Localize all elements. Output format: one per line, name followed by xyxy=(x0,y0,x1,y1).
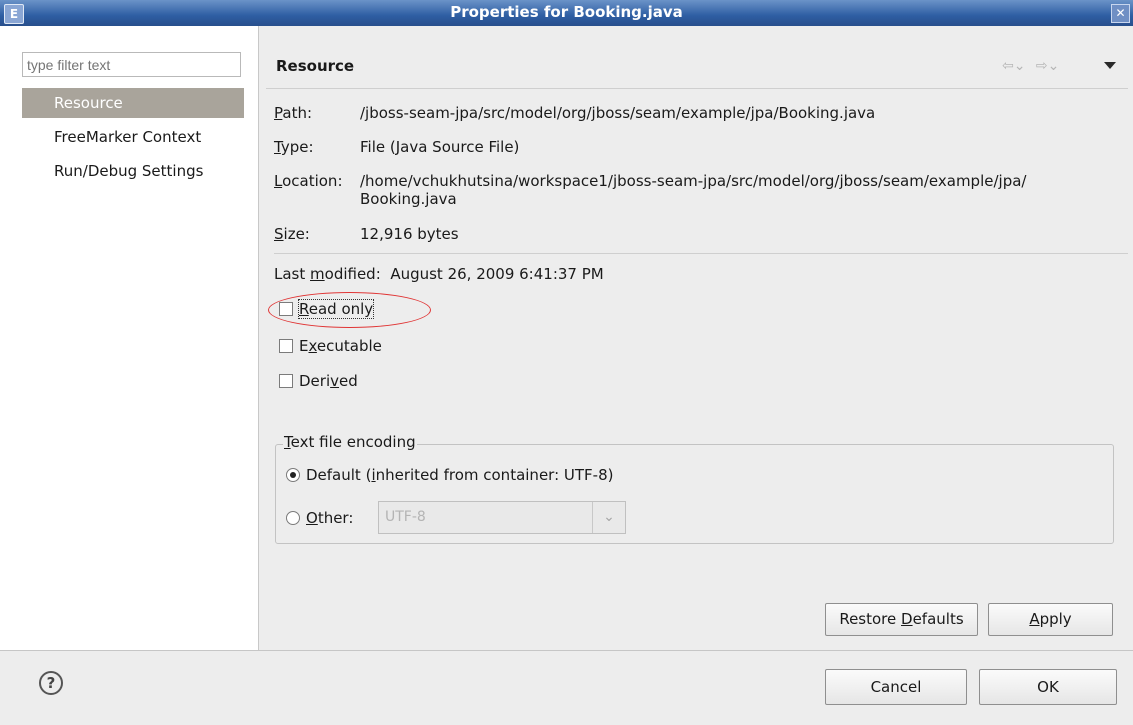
help-icon[interactable]: ? xyxy=(39,671,63,695)
other-encoding-value: UTF-8 xyxy=(385,509,426,525)
other-encoding-radio[interactable]: Other: xyxy=(286,509,353,527)
properties-divider xyxy=(274,253,1128,254)
type-value: File (Java Source File) xyxy=(360,138,520,156)
derived-label: Derived xyxy=(299,372,358,390)
back-arrow-icon[interactable]: ⇦⌄ xyxy=(1002,58,1025,74)
read-only-label: Read only xyxy=(297,299,375,319)
header-divider xyxy=(266,88,1128,89)
derived-checkbox[interactable]: Derived xyxy=(279,372,358,390)
location-label: Location: xyxy=(274,172,343,190)
default-encoding-radio-dot[interactable] xyxy=(286,468,300,482)
ok-button[interactable]: OK xyxy=(979,669,1117,705)
default-encoding-label: Default (inherited from container: UTF-8… xyxy=(306,466,614,484)
close-icon[interactable]: ✕ xyxy=(1111,4,1130,23)
history-nav: ⇦⌄ ⇨⌄ xyxy=(1002,58,1065,74)
title-bar: E Properties for Booking.java ✕ xyxy=(0,0,1133,26)
apply-button[interactable]: Apply xyxy=(988,603,1113,636)
sidebar-item-resource[interactable]: Resource xyxy=(22,88,244,118)
other-encoding-select[interactable]: UTF-8 ⌄ xyxy=(378,501,626,534)
properties-dialog: E Properties for Booking.java ✕ Resource… xyxy=(0,0,1133,725)
filter-input[interactable] xyxy=(22,52,241,77)
text-file-encoding-legend: Text file encoding xyxy=(283,433,417,451)
forward-arrow-icon[interactable]: ⇨⌄ xyxy=(1036,58,1059,74)
other-encoding-label: Other: xyxy=(306,509,354,527)
derived-box[interactable] xyxy=(279,374,293,388)
default-encoding-radio[interactable]: Default (inherited from container: UTF-8… xyxy=(286,466,613,484)
path-value: /jboss-seam-jpa/src/model/org/jboss/seam… xyxy=(360,104,876,122)
last-modified-value: August 26, 2009 6:41:37 PM xyxy=(390,265,604,283)
last-modified-label: Last modified: August 26, 2009 6:41:37 P… xyxy=(274,265,604,283)
executable-label: Executable xyxy=(299,337,382,355)
read-only-checkbox[interactable]: Read only xyxy=(279,299,375,319)
window-title: Properties for Booking.java xyxy=(450,3,683,21)
chevron-down-icon[interactable]: ⌄ xyxy=(592,502,625,533)
page-title: Resource xyxy=(276,57,355,75)
executable-box[interactable] xyxy=(279,339,293,353)
restore-defaults-button[interactable]: Restore Defaults xyxy=(825,603,978,636)
executable-checkbox[interactable]: Executable xyxy=(279,337,382,355)
sidebar-item-freemarker-context[interactable]: FreeMarker Context xyxy=(22,122,244,152)
sidebar-item-run-debug-settings[interactable]: Run/Debug Settings xyxy=(22,156,244,186)
view-menu-icon[interactable] xyxy=(1104,62,1116,69)
path-label: Path: xyxy=(274,104,313,122)
size-label: Size: xyxy=(274,225,310,243)
cancel-button[interactable]: Cancel xyxy=(825,669,967,705)
read-only-box[interactable] xyxy=(279,302,293,316)
size-value: 12,916 bytes xyxy=(360,225,459,243)
other-encoding-radio-dot[interactable] xyxy=(286,511,300,525)
sidebar xyxy=(0,26,259,650)
type-label: Type: xyxy=(274,138,314,156)
location-value: /home/vchukhutsina/workspace1/jboss-seam… xyxy=(360,172,1027,208)
